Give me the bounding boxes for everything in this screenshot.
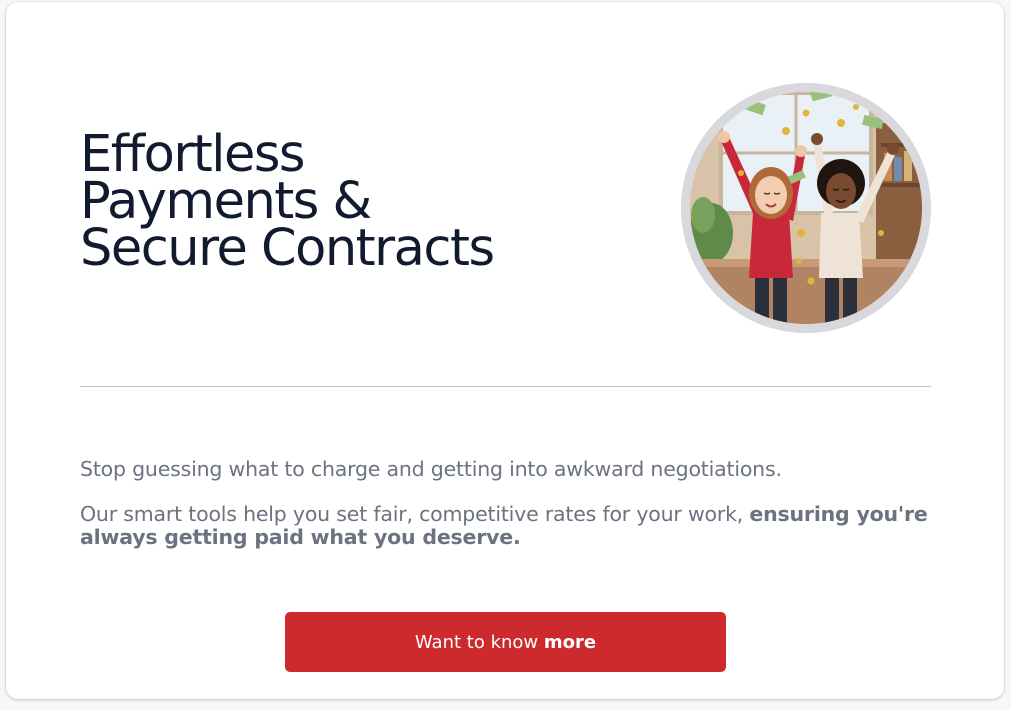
headline-line-2: Payments & bbox=[80, 172, 372, 231]
cta-label-bold: more bbox=[543, 631, 597, 653]
headline-line-1: Effortless bbox=[80, 125, 305, 184]
value-paragraph: Our smart tools help you set fair, compe… bbox=[80, 503, 940, 549]
hero-image bbox=[681, 83, 931, 333]
cta-label-regular: Want to know bbox=[414, 631, 544, 653]
divider bbox=[80, 386, 931, 387]
intro-paragraph: Stop guessing what to charge and getting… bbox=[80, 457, 782, 481]
headline-line-3: Secure Contracts bbox=[80, 219, 495, 278]
value-paragraph-regular: Our smart tools help you set fair, compe… bbox=[80, 502, 750, 526]
headline: Effortless Payments & Secure Contracts bbox=[80, 125, 495, 278]
celebrating-women-illustration bbox=[681, 83, 931, 333]
promo-card: Effortless Payments & Secure Contracts S… bbox=[6, 2, 1004, 699]
want-to-know-more-button[interactable]: Want to know more bbox=[285, 612, 726, 672]
